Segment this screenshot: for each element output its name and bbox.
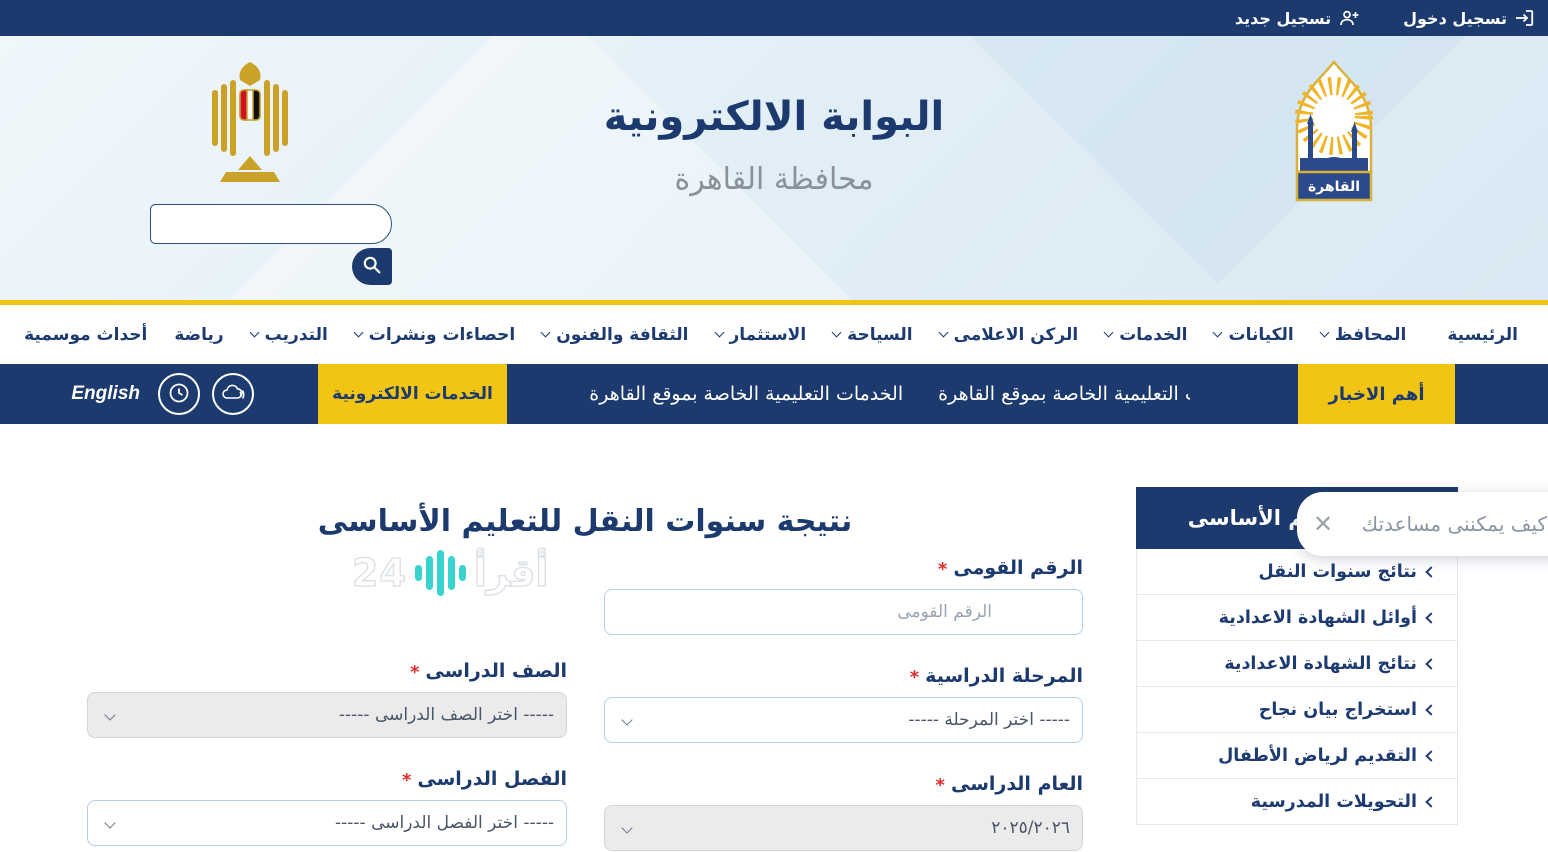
nav-item-culture-arts[interactable]: الثقافة والفنون <box>542 325 688 345</box>
egypt-eagle-emblem <box>200 60 300 196</box>
nav-item-governor[interactable]: المحافظ <box>1321 325 1407 345</box>
clock-button[interactable] <box>158 373 200 415</box>
sidebar-item-kindergarten-apply[interactable]: التقديم لرياض الأطفال <box>1136 733 1458 779</box>
chevron-down-icon <box>938 328 948 338</box>
nav-item-media[interactable]: الركن الاعلامى <box>940 325 1079 345</box>
year-select[interactable]: ٢٠٢٥/٢٠٢٦ <box>604 805 1083 851</box>
news-ticker-track: الخدمات التعليمية الخاصة بموقع القاهرة ا… <box>589 383 1190 405</box>
required-asterisk: * <box>410 662 419 683</box>
header-hero: القاهرة البوابة الالكترونية محافظة القاه… <box>0 36 1548 300</box>
iqraa24-watermark: 24 أقرأ <box>352 550 548 596</box>
chevron-down-icon <box>249 328 259 338</box>
chevron-left-icon <box>1425 658 1436 669</box>
chevron-down-icon <box>1104 328 1114 338</box>
semester-label: الفصل الدراسى * <box>87 766 567 791</box>
national-id-label: الرقم القومى * <box>604 555 1083 580</box>
chevron-down-icon <box>621 822 632 833</box>
top-news-label[interactable]: أهم الاخبار <box>1298 364 1455 424</box>
search-button[interactable] <box>352 248 392 285</box>
language-switch[interactable]: English <box>71 383 140 405</box>
close-icon[interactable]: ✕ <box>1313 512 1333 536</box>
grade-select[interactable]: ----- اختر الصف الدراسى ----- <box>87 692 567 738</box>
chevron-down-icon <box>353 328 363 338</box>
cairo-logo-text: القاهرة <box>1308 179 1360 195</box>
main-navigation: الرئيسية المحافظ الكيانات الخدمات الركن … <box>0 305 1548 364</box>
year-label: العام الدراسى * <box>604 771 1083 796</box>
chevron-left-icon <box>1425 750 1436 761</box>
required-asterisk: * <box>936 775 945 796</box>
form-column-left: الصف الدراسى * ----- اختر الصف الدراسى -… <box>87 658 567 852</box>
chevron-down-icon <box>621 714 632 725</box>
chat-tooltip-text: كيف يمكننى مساعدتك <box>1362 512 1547 536</box>
ticker-item: الخدمات التعليمية الخاصة بموقع القاهرة <box>589 383 903 405</box>
chat-assistant-tooltip[interactable]: كيف يمكننى مساعدتك ✕ <box>1297 492 1548 556</box>
equalizer-icon <box>415 550 466 596</box>
main-content: نتيجة سنوات النقل للتعليم الأساسى 24 أقر… <box>0 424 1548 852</box>
user-plus-icon <box>1339 10 1359 26</box>
chevron-down-icon <box>832 328 842 338</box>
required-asterisk: * <box>910 667 919 688</box>
nav-item-sports[interactable]: رياضة <box>174 325 223 345</box>
nav-item-tourism[interactable]: السياحة <box>833 325 912 345</box>
required-asterisk: * <box>938 559 947 580</box>
stage-label: المرحلة الدراسية * <box>604 663 1083 688</box>
portal-title: البوابة الالكترونية <box>424 94 1124 140</box>
chevron-down-icon <box>714 328 724 338</box>
year-group: العام الدراسى * ٢٠٢٥/٢٠٢٦ <box>604 771 1083 851</box>
portal-title-block: البوابة الالكترونية محافظة القاهرة <box>424 94 1124 197</box>
chevron-down-icon <box>1213 328 1223 338</box>
watermark-word: أقرأ <box>474 551 549 595</box>
national-id-group: الرقم القومى * <box>604 555 1083 635</box>
nav-item-training[interactable]: التدريب <box>251 325 328 345</box>
semester-select[interactable]: ----- اختر الفصل الدراسى ----- <box>87 800 567 846</box>
e-services-tab[interactable]: الخدمات الالكترونية <box>318 364 507 424</box>
sidebar-item-success-statement[interactable]: استخراج بيان نجاح <box>1136 687 1458 733</box>
chevron-left-icon <box>1425 612 1436 623</box>
sign-in-icon <box>1515 10 1534 26</box>
chevron-down-icon <box>541 328 551 338</box>
grade-label: الصف الدراسى * <box>87 658 567 683</box>
ticker-item: الخدمات التعليمية الخاصة بموقع القاهرة <box>938 383 1190 405</box>
chevron-down-icon <box>104 817 115 828</box>
page-title: نتيجة سنوات النقل للتعليم الأساسى <box>87 504 1083 539</box>
cloud-audio-button[interactable] <box>212 373 254 415</box>
newsbar-tools: English <box>0 364 318 424</box>
nav-item-seasonal-events[interactable]: أحداث موسمية <box>24 325 147 345</box>
news-ticker[interactable]: الخدمات التعليمية الخاصة بموقع القاهرة ا… <box>507 364 1190 424</box>
required-asterisk: * <box>402 770 411 791</box>
search-icon <box>362 255 382 278</box>
semester-group: الفصل الدراسى * ----- اختر الفصل الدراسى… <box>87 766 567 846</box>
sidebar-item-school-transfers[interactable]: التحويلات المدرسية <box>1136 779 1458 825</box>
nav-item-statistics[interactable]: احصاءات ونشرات <box>355 325 515 345</box>
nav-item-entities[interactable]: الكيانات <box>1214 325 1293 345</box>
cloud-audio-icon <box>221 383 245 406</box>
site-search <box>150 204 392 285</box>
national-id-input[interactable] <box>604 589 1083 635</box>
watermark-number: 24 <box>352 551 407 595</box>
sidebar-item-prep-certificate-top[interactable]: أوائل الشهادة الاعدادية <box>1136 595 1458 641</box>
grade-group: الصف الدراسى * ----- اختر الصف الدراسى -… <box>87 658 567 738</box>
news-bar: أهم الاخبار الخدمات التعليمية الخاصة بمو… <box>0 364 1548 424</box>
chevron-down-icon <box>1319 328 1329 338</box>
stage-select[interactable]: ----- اختر المرحلة ----- <box>604 697 1083 743</box>
search-input[interactable] <box>150 204 392 244</box>
register-link[interactable]: تسجيل جديد <box>1235 9 1359 28</box>
login-label: تسجيل دخول <box>1403 9 1507 28</box>
chevron-left-icon <box>1425 796 1436 807</box>
login-link[interactable]: تسجيل دخول <box>1403 9 1534 28</box>
register-label: تسجيل جديد <box>1235 9 1331 28</box>
stage-group: المرحلة الدراسية * ----- اختر المرحلة --… <box>604 663 1083 743</box>
chevron-left-icon <box>1425 704 1436 715</box>
clock-icon <box>168 382 190 407</box>
chevron-down-icon <box>104 709 115 720</box>
nav-item-services[interactable]: الخدمات <box>1105 325 1187 345</box>
cairo-governorate-logo: القاهرة <box>1288 58 1380 220</box>
chevron-left-icon <box>1425 566 1436 577</box>
portal-subtitle: محافظة القاهرة <box>424 162 1124 197</box>
nav-item-investment[interactable]: الاستثمار <box>716 325 807 345</box>
sidebar-item-prep-certificate-results[interactable]: نتائج الشهادة الاعدادية <box>1136 641 1458 687</box>
form-column-right: الرقم القومى * المرحلة الدراسية * ----- … <box>604 555 1083 852</box>
top-bar: تسجيل دخول تسجيل جديد <box>0 0 1548 36</box>
nav-item-home[interactable]: الرئيسية <box>1447 325 1518 345</box>
